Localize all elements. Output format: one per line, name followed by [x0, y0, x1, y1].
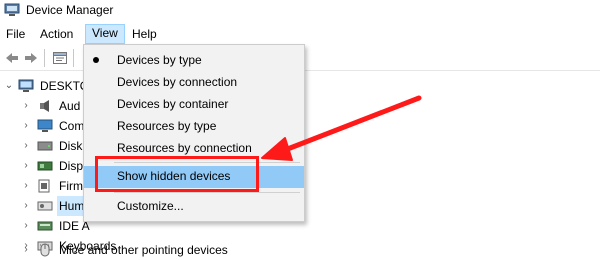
chevron-right-icon[interactable]: › [21, 116, 31, 136]
menu-item-label: Resources by connection [117, 141, 252, 155]
menu-item-label: Resources by type [117, 119, 217, 133]
toolbar-separator [73, 49, 74, 67]
firmware-icon [38, 179, 50, 193]
window-title: Device Manager [26, 3, 114, 17]
tree-item-label: Firm [59, 179, 83, 193]
menu-item-resources-by-type[interactable]: Resources by type [84, 116, 304, 138]
mouse-icon [40, 243, 50, 257]
menu-item-label: Devices by type [117, 53, 202, 67]
menu-help[interactable]: Help [126, 25, 163, 43]
chevron-right-icon[interactable]: › [21, 136, 31, 156]
chevron-right-icon[interactable]: › [21, 196, 31, 216]
menu-action[interactable]: Action [34, 25, 79, 43]
tree-item-label: Disk [59, 139, 83, 153]
chevron-right-icon[interactable]: › [21, 216, 31, 236]
menu-item-label: Devices by connection [117, 75, 238, 89]
chevron-right-icon[interactable]: › [21, 240, 31, 260]
menu-item-show-hidden-devices[interactable]: Show hidden devices [84, 166, 304, 188]
ide-controller-icon [37, 221, 53, 231]
computer-icon [18, 79, 34, 92]
menu-bar: File Action View Help [0, 22, 600, 45]
tree-item-label: Hum [57, 196, 87, 216]
title-bar: Device Manager [0, 0, 600, 22]
tree-item-label: Com [59, 119, 85, 133]
toolbar-separator [44, 49, 45, 67]
properties-icon[interactable] [52, 50, 68, 66]
menu-item-resources-by-connection[interactable]: Resources by connection [84, 138, 304, 160]
menu-item-devices-by-container[interactable]: Devices by container [84, 94, 304, 116]
device-manager-icon [4, 3, 20, 16]
forward-icon[interactable] [23, 50, 39, 66]
hid-icon [37, 201, 53, 211]
back-icon[interactable] [4, 50, 20, 66]
disk-drive-icon [37, 141, 53, 151]
menu-separator [114, 162, 300, 163]
tree-item-label: Mice and other pointing devices [59, 243, 228, 257]
menu-item-devices-by-connection[interactable]: Devices by connection [84, 72, 304, 94]
menu-item-devices-by-type[interactable]: Devices by type [84, 50, 304, 72]
menu-item-customize[interactable]: Customize... [84, 196, 304, 218]
menu-item-label: Customize... [117, 199, 184, 213]
radio-bullet-icon [93, 57, 99, 63]
chevron-right-icon[interactable]: › [21, 176, 31, 196]
menu-view[interactable]: View [85, 24, 125, 44]
speaker-icon [40, 100, 49, 112]
menu-item-label: Devices by container [117, 97, 229, 111]
tree-root-label: DESKTO [40, 79, 90, 93]
chevron-down-icon[interactable]: ⌄ [4, 76, 14, 96]
chevron-right-icon[interactable]: › [21, 156, 31, 176]
menu-file[interactable]: File [0, 25, 31, 43]
view-menu-dropdown: Devices by type Devices by connection De… [83, 44, 305, 222]
display-adapter-icon [37, 161, 53, 171]
menu-item-label: Show hidden devices [117, 169, 231, 183]
menu-separator [114, 192, 300, 193]
tree-item-label: Disp [59, 159, 84, 173]
tree-item-label: Aud [59, 99, 81, 113]
chevron-right-icon[interactable]: › [21, 96, 31, 116]
monitor-icon [37, 119, 53, 132]
